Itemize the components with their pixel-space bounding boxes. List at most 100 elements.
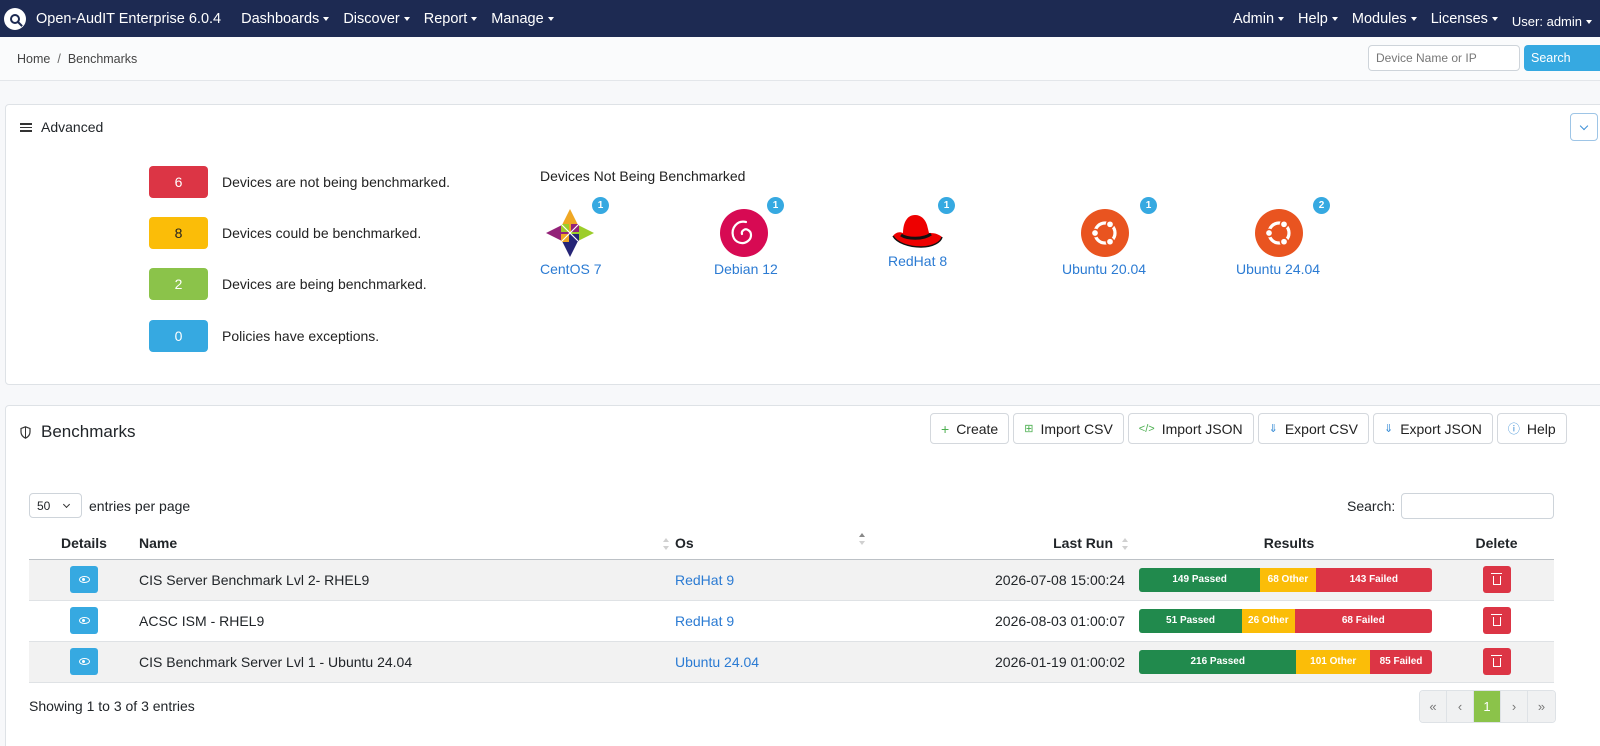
stat-label: Devices are being benchmarked. bbox=[222, 276, 427, 292]
menu-discover[interactable]: Discover bbox=[343, 11, 410, 27]
benchmark-name: CIS Benchmark Server Lvl 1 - Ubuntu 24.0… bbox=[139, 641, 675, 683]
menu-report[interactable]: Report bbox=[424, 11, 478, 27]
os-count-badge: 1 bbox=[1140, 197, 1157, 214]
page-last[interactable]: » bbox=[1528, 691, 1555, 722]
view-details-button[interactable] bbox=[70, 566, 98, 593]
col-os[interactable]: Os bbox=[675, 528, 865, 560]
stat-count-badge[interactable]: 2 bbox=[149, 268, 208, 300]
os-link-ubuntu-24-04[interactable]: Ubuntu 24.04 bbox=[1236, 261, 1320, 277]
eye-icon bbox=[78, 576, 90, 583]
table-row: CIS Benchmark Server Lvl 1 - Ubuntu 24.0… bbox=[29, 641, 1554, 683]
page-prev[interactable]: ‹ bbox=[1447, 691, 1474, 722]
page-first[interactable]: « bbox=[1420, 691, 1447, 722]
centos-icon[interactable] bbox=[545, 208, 595, 258]
benchmarks-card: Benchmarks + Create ⊞ Import CSV </> Import… bbox=[5, 405, 1600, 746]
stat-could-be-benchmarked: 8 Devices could be benchmarked. bbox=[149, 217, 421, 249]
open-audit-logo-icon bbox=[4, 7, 26, 30]
table-row: CIS Server Benchmark Lvl 2- RHEL9 RedHat… bbox=[29, 559, 1554, 601]
advanced-card: Advanced 6 Devices are not being benchma… bbox=[5, 104, 1600, 385]
os-link-debian-12[interactable]: Debian 12 bbox=[714, 261, 778, 277]
redhat-icon[interactable] bbox=[889, 209, 945, 253]
brand[interactable]: Open-AudIT Enterprise 6.0.4 bbox=[4, 7, 241, 30]
advanced-card-header: Advanced bbox=[20, 119, 103, 135]
question-circle-icon: ⓘ bbox=[1507, 422, 1520, 436]
stat-count-badge[interactable]: 6 bbox=[149, 166, 208, 198]
os-link[interactable]: Ubuntu 24.04 bbox=[675, 654, 759, 670]
col-name[interactable]: Name bbox=[139, 528, 675, 560]
menu-help[interactable]: Help bbox=[1298, 11, 1338, 27]
menu-dashboards[interactable]: Dashboards bbox=[241, 11, 330, 27]
other-segment: 68 Other bbox=[1260, 567, 1316, 592]
caret-down-icon bbox=[1491, 16, 1498, 21]
eye-icon bbox=[78, 658, 90, 665]
breadcrumb-home[interactable]: Home bbox=[17, 52, 50, 66]
view-details-button[interactable] bbox=[70, 607, 98, 634]
os-link[interactable]: RedHat 9 bbox=[675, 613, 734, 629]
advanced-title: Advanced bbox=[41, 119, 104, 135]
results-bar: 51 Passed 26 Other 68 Failed bbox=[1139, 608, 1432, 633]
delete-button[interactable] bbox=[1482, 648, 1511, 675]
benchmarks-card-header: Benchmarks bbox=[20, 422, 135, 442]
os-link-ubuntu-20-04[interactable]: Ubuntu 20.04 bbox=[1062, 261, 1146, 277]
stat-count-badge[interactable]: 8 bbox=[149, 217, 208, 249]
caret-down-icon bbox=[1586, 19, 1592, 24]
caret-down-icon bbox=[403, 16, 410, 21]
debian-icon[interactable] bbox=[719, 208, 769, 258]
device-search-input[interactable] bbox=[1368, 45, 1520, 71]
table-info: Showing 1 to 3 of 3 entries bbox=[29, 698, 195, 714]
stat-count-badge[interactable]: 0 bbox=[149, 320, 208, 352]
os-link[interactable]: RedHat 9 bbox=[675, 572, 734, 588]
table-icon: ⊞ bbox=[1024, 423, 1034, 435]
os-link-centos-7[interactable]: CentOS 7 bbox=[540, 261, 601, 277]
ubuntu-icon[interactable] bbox=[1080, 208, 1130, 258]
page-next[interactable]: › bbox=[1501, 691, 1528, 722]
other-segment: 101 Other bbox=[1296, 649, 1371, 674]
table-row: ACSC ISM - RHEL9 RedHat 9 2026-08-03 01:… bbox=[29, 600, 1554, 642]
benchmarks-title: Benchmarks bbox=[41, 422, 136, 441]
results-bar: 216 Passed 101 Other 85 Failed bbox=[1139, 649, 1432, 674]
collapse-button[interactable] bbox=[1570, 113, 1598, 141]
menu-manage[interactable]: Manage bbox=[491, 11, 554, 27]
per-page-select[interactable]: 50 bbox=[29, 493, 82, 518]
delete-button[interactable] bbox=[1482, 607, 1511, 634]
code-icon: </> bbox=[1138, 422, 1155, 435]
pagination: « ‹ 1 › » bbox=[1419, 690, 1556, 723]
ubuntu-icon[interactable] bbox=[1254, 208, 1304, 258]
os-count-badge: 2 bbox=[1313, 197, 1330, 214]
col-last-run[interactable]: Last Run bbox=[865, 528, 1139, 560]
delete-button[interactable] bbox=[1482, 566, 1511, 593]
failed-segment: 68 Failed bbox=[1294, 608, 1432, 633]
help-button[interactable]: ⓘ Help bbox=[1496, 413, 1567, 444]
import-csv-button[interactable]: ⊞ Import CSV bbox=[1013, 413, 1124, 444]
stat-label: Devices could be benchmarked. bbox=[222, 225, 422, 241]
table-search: Search: bbox=[1347, 493, 1555, 519]
view-details-button[interactable] bbox=[70, 648, 98, 675]
col-delete: Delete bbox=[1439, 528, 1554, 560]
os-count-badge: 1 bbox=[592, 197, 609, 214]
os-link-redhat-8[interactable]: RedHat 8 bbox=[888, 253, 947, 269]
export-json-button[interactable]: ⇓ Export JSON bbox=[1372, 413, 1493, 444]
sort-icon bbox=[1122, 538, 1128, 550]
export-csv-button[interactable]: ⇓ Export CSV bbox=[1257, 413, 1369, 444]
benchmarks-table: Details Name Os Last Run Results Delete … bbox=[29, 528, 1554, 683]
menu-licenses[interactable]: Licenses bbox=[1431, 11, 1498, 27]
menu-modules[interactable]: Modules bbox=[1352, 11, 1417, 27]
caret-down-icon bbox=[323, 16, 330, 21]
menu-user[interactable]: User: admin bbox=[1512, 14, 1592, 29]
failed-segment: 85 Failed bbox=[1370, 649, 1432, 674]
caret-down-icon bbox=[1331, 16, 1338, 21]
shield-icon bbox=[20, 425, 31, 439]
create-button[interactable]: + Create bbox=[930, 413, 1010, 444]
breadcrumb-separator: / bbox=[57, 52, 61, 66]
breadcrumb-current: Benchmarks bbox=[67, 52, 138, 66]
other-segment: 26 Other bbox=[1242, 608, 1295, 633]
main-menu: Dashboards Discover Report Manage bbox=[241, 11, 568, 27]
menu-admin[interactable]: Admin bbox=[1233, 11, 1285, 27]
device-search-button[interactable]: Search bbox=[1524, 45, 1600, 71]
import-json-button[interactable]: </> Import JSON bbox=[1127, 413, 1254, 444]
failed-segment: 143 Failed bbox=[1315, 567, 1432, 592]
stat-not-benchmarked: 6 Devices are not being benchmarked. bbox=[149, 166, 450, 198]
os-count-badge: 1 bbox=[767, 197, 784, 214]
table-search-input[interactable] bbox=[1401, 493, 1555, 519]
page-1[interactable]: 1 bbox=[1474, 691, 1501, 722]
